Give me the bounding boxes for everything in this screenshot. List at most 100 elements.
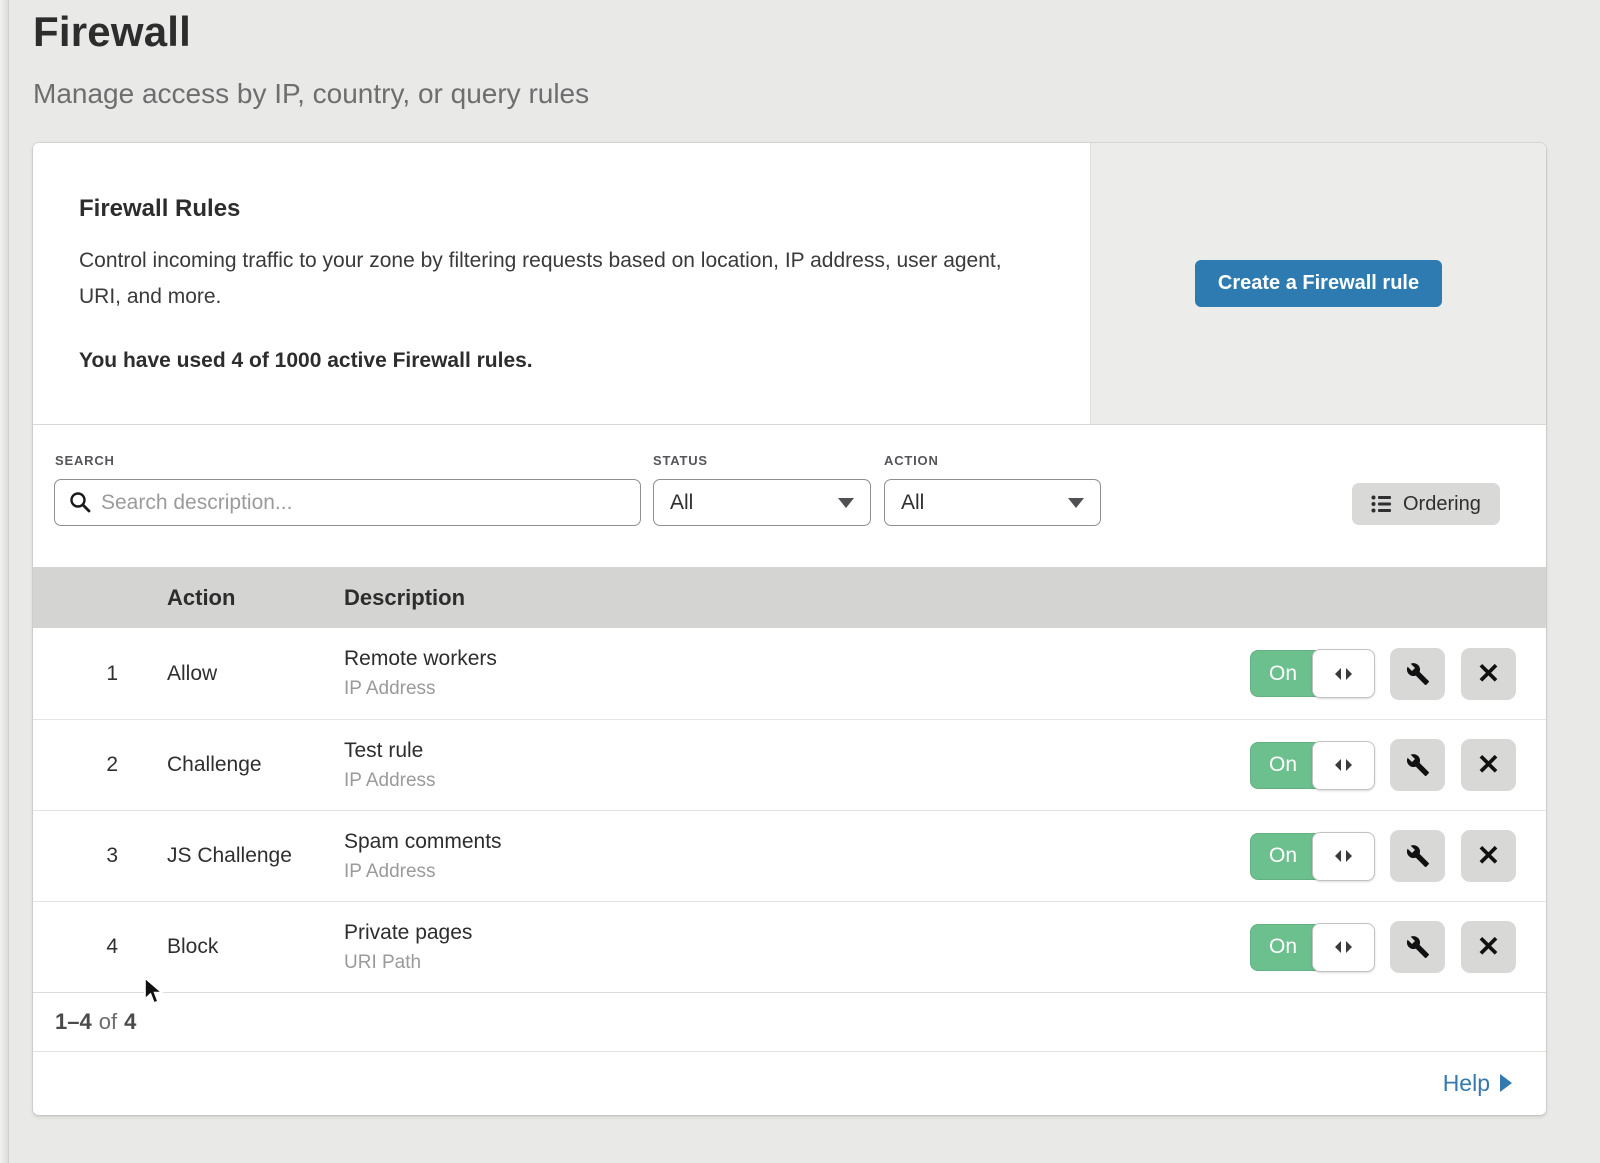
toggle-on-label: On [1250, 833, 1316, 880]
chevron-down-icon [838, 498, 854, 508]
rule-match-type: IP Address [344, 861, 1250, 883]
table-row: 2 Challenge Test rule IP Address On [33, 719, 1546, 810]
wrench-icon [1406, 662, 1430, 686]
search-label: SEARCH [55, 453, 115, 468]
edit-rule-button[interactable] [1390, 830, 1445, 882]
toggle-on-label: On [1250, 924, 1316, 971]
rules-info-section: Firewall Rules Control incoming traffic … [33, 143, 1546, 425]
firewall-rules-card: Firewall Rules Control incoming traffic … [33, 143, 1546, 1115]
close-icon: ✕ [1477, 751, 1500, 779]
delete-rule-button[interactable]: ✕ [1461, 739, 1516, 791]
rule-enabled-toggle[interactable]: On [1250, 924, 1374, 971]
toggle-on-label: On [1250, 742, 1316, 789]
rule-action: Block [167, 935, 295, 959]
search-field-wrap [54, 479, 641, 526]
rules-info-text: Firewall Rules Control incoming traffic … [33, 143, 1090, 424]
rule-description: Remote workers [344, 647, 1250, 671]
toggle-knob [1312, 923, 1375, 972]
rules-description: Control incoming traffic to your zone by… [79, 243, 1030, 315]
rule-action: Allow [167, 662, 295, 686]
rule-priority: 1 [33, 662, 118, 686]
pagination-of-label: of [99, 1009, 117, 1035]
edit-rule-button[interactable] [1390, 921, 1445, 973]
action-select-value: All [901, 491, 924, 515]
chevron-down-icon [1068, 498, 1084, 508]
rule-description-cell: Remote workers IP Address [344, 647, 1250, 700]
toggle-on-label: On [1250, 650, 1316, 697]
search-icon [69, 491, 91, 513]
rule-controls: On ✕ [1250, 739, 1546, 791]
toggle-arrows-icon [1335, 668, 1352, 680]
page-title: Firewall [33, 8, 589, 56]
toggle-arrows-icon [1335, 850, 1352, 862]
rule-enabled-toggle[interactable]: On [1250, 650, 1374, 697]
rules-heading: Firewall Rules [79, 195, 1030, 223]
rule-description-cell: Private pages URI Path [344, 921, 1250, 974]
rule-controls: On ✕ [1250, 648, 1546, 700]
table-row: 4 Block Private pages URI Path On [33, 901, 1546, 992]
pagination-total: 4 [124, 1009, 136, 1035]
rule-description-cell: Spam comments IP Address [344, 830, 1250, 883]
ordering-button-label: Ordering [1403, 493, 1481, 516]
card-footer: Help [33, 1051, 1546, 1114]
window-left-edge [0, 0, 9, 1163]
rule-description: Private pages [344, 921, 1250, 945]
delete-rule-button[interactable]: ✕ [1461, 830, 1516, 882]
action-select[interactable]: All [884, 479, 1101, 526]
create-firewall-rule-button[interactable]: Create a Firewall rule [1195, 260, 1442, 307]
close-icon: ✕ [1477, 842, 1500, 870]
help-link-label: Help [1443, 1070, 1490, 1097]
rule-enabled-toggle[interactable]: On [1250, 833, 1374, 880]
rule-match-type: IP Address [344, 678, 1250, 700]
rules-usage-count: You have used 4 of 1000 active Firewall … [79, 349, 1030, 373]
toggle-arrows-icon [1335, 941, 1352, 953]
toggle-knob [1312, 649, 1375, 698]
rule-enabled-toggle[interactable]: On [1250, 742, 1374, 789]
rule-priority: 4 [33, 935, 118, 959]
edit-rule-button[interactable] [1390, 739, 1445, 791]
status-select-value: All [670, 491, 693, 515]
page-subtitle: Manage access by IP, country, or query r… [33, 78, 589, 110]
rule-action: JS Challenge [167, 844, 295, 868]
rule-priority: 3 [33, 844, 118, 868]
rule-description-cell: Test rule IP Address [344, 739, 1250, 792]
description-column-header: Description [344, 585, 1546, 611]
wrench-icon [1406, 844, 1430, 868]
table-row: 1 Allow Remote workers IP Address On [33, 628, 1546, 719]
rule-description: Test rule [344, 739, 1250, 763]
delete-rule-button[interactable]: ✕ [1461, 648, 1516, 700]
table-row: 3 JS Challenge Spam comments IP Address … [33, 810, 1546, 901]
wrench-icon [1406, 753, 1430, 777]
rule-match-type: IP Address [344, 770, 1250, 792]
help-link[interactable]: Help [1443, 1070, 1512, 1097]
rule-action: Challenge [167, 753, 295, 777]
search-input[interactable] [54, 479, 641, 526]
status-label: STATUS [653, 453, 708, 468]
ordering-button[interactable]: Ordering [1352, 483, 1500, 525]
rule-priority: 2 [33, 753, 118, 777]
edit-rule-button[interactable] [1390, 648, 1445, 700]
rule-controls: On ✕ [1250, 921, 1546, 973]
table-header-row: Action Description [33, 567, 1546, 628]
rule-match-type: URI Path [344, 952, 1250, 974]
ordering-list-icon [1371, 494, 1393, 514]
cursor-pointer-icon [141, 977, 165, 1005]
action-label: ACTION [884, 453, 939, 468]
toggle-knob [1312, 832, 1375, 881]
delete-rule-button[interactable]: ✕ [1461, 921, 1516, 973]
status-select[interactable]: All [653, 479, 871, 526]
close-icon: ✕ [1477, 660, 1500, 688]
rule-description: Spam comments [344, 830, 1250, 854]
pagination-row: 1–4 of 4 [33, 992, 1546, 1051]
page-header: Firewall Manage access by IP, country, o… [33, 8, 589, 110]
action-column-header: Action [167, 585, 295, 611]
wrench-icon [1406, 935, 1430, 959]
close-icon: ✕ [1477, 933, 1500, 961]
toggle-knob [1312, 741, 1375, 790]
pagination-range: 1–4 [55, 1009, 92, 1035]
create-rule-panel: Create a Firewall rule [1090, 143, 1546, 424]
toggle-arrows-icon [1335, 759, 1352, 771]
filters-section: SEARCH STATUS All ACTION All [33, 425, 1546, 567]
rule-controls: On ✕ [1250, 830, 1546, 882]
help-arrow-icon [1500, 1074, 1512, 1092]
